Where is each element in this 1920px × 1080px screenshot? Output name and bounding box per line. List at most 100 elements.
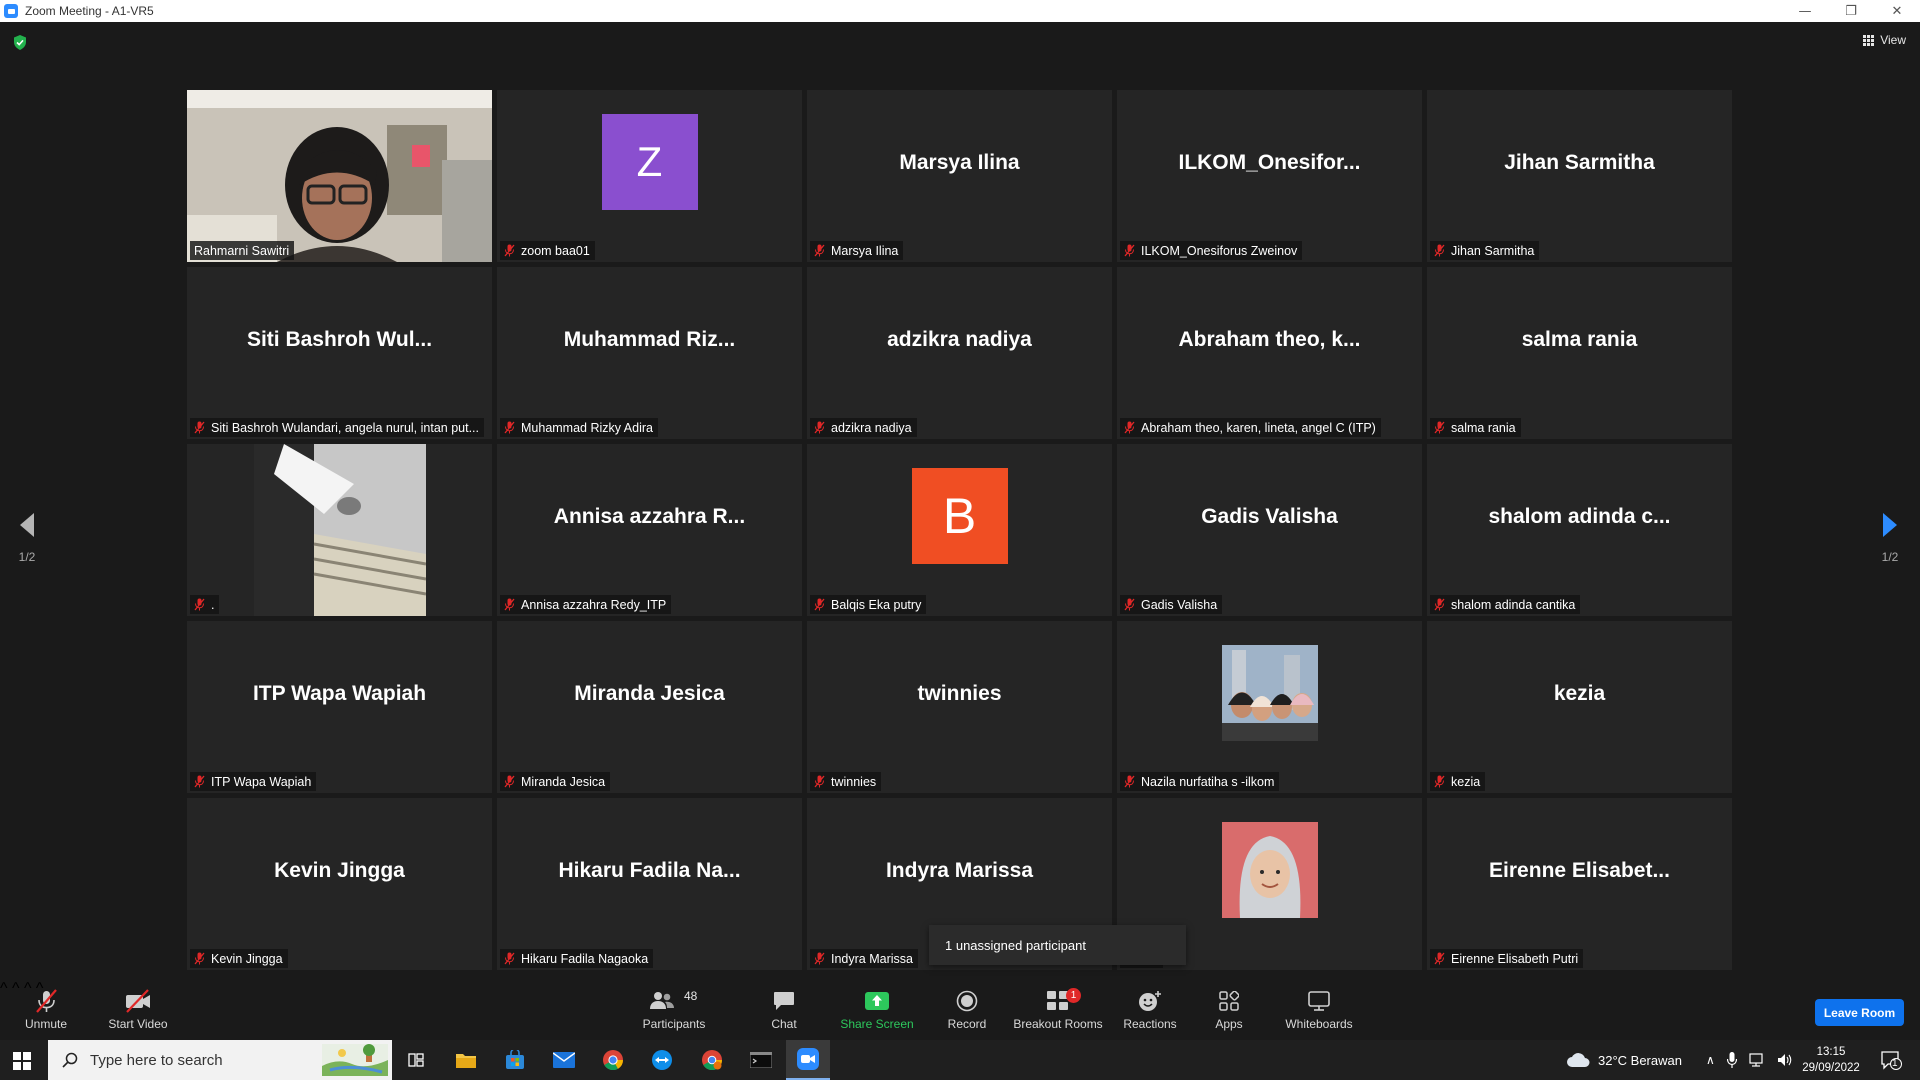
participant-name: Annisa azzahra Redy_ITP <box>521 597 667 612</box>
page-indicator-left: 1/2 <box>18 550 36 564</box>
record-button[interactable]: Record <box>947 988 987 1031</box>
participant-tile[interactable]: . <box>187 444 492 616</box>
participant-display-name: Kevin Jingga <box>274 859 405 882</box>
encryption-shield-icon[interactable] <box>13 35 27 50</box>
whiteboard-icon <box>1308 991 1330 1011</box>
reactions-button[interactable]: Reactions <box>1123 988 1177 1031</box>
participant-tile[interactable]: Kevin Jingga Kevin Jingga <box>187 798 492 970</box>
view-button[interactable]: View <box>1863 33 1906 47</box>
share-screen-button[interactable]: Share Screen <box>840 988 914 1031</box>
participant-tile[interactable]: B Balqis Eka putry <box>807 444 1112 616</box>
participant-name: adzikra nadiya <box>831 420 912 435</box>
participant-name-label: Kevin Jingga <box>190 949 288 968</box>
show-hidden-icons-chevron-icon[interactable]: ∧ <box>1706 1053 1715 1067</box>
start-video-button[interactable]: Start Video <box>107 988 169 1031</box>
participant-display-name: Miranda Jesica <box>574 682 725 705</box>
participant-tile[interactable]: Marsya Ilina Marsya Ilina <box>807 90 1112 262</box>
mail-icon[interactable] <box>542 1040 586 1080</box>
participant-tile[interactable]: Gadis Valisha Gadis Valisha <box>1117 444 1422 616</box>
unmute-button[interactable]: Unmute <box>22 988 70 1031</box>
participant-name-label: Nazila nurfatiha s -ilkom <box>1120 772 1280 791</box>
chrome-profile-icon[interactable] <box>690 1040 734 1080</box>
participant-display-name: Abraham theo, k... <box>1178 328 1361 351</box>
zoom-taskbar-icon[interactable] <box>786 1040 830 1080</box>
participant-name-label: zoom baa01 <box>500 241 595 260</box>
tooltip-text: 1 unassigned participant <box>945 937 1086 953</box>
page-nav-left[interactable]: 1/2 <box>18 512 36 564</box>
participant-tile[interactable]: Hikaru Fadila Na... Hikaru Fadila Nagaoka <box>497 798 802 970</box>
audio-options-caret[interactable]: ^ <box>0 980 8 997</box>
taskbar-clock[interactable]: 13:15 29/09/2022 <box>1796 1044 1866 1076</box>
participant-tile[interactable]: Eirenne Elisabet... Eirenne Elisabeth Put… <box>1427 798 1732 970</box>
participant-tile[interactable]: ILKOM_Onesifor... ILKOM_Onesiforus Zweino… <box>1117 90 1422 262</box>
participant-name: . <box>211 597 215 612</box>
microsoft-store-icon[interactable] <box>493 1040 537 1080</box>
close-button[interactable]: ✕ <box>1874 0 1920 22</box>
apps-label: Apps <box>1215 1017 1243 1031</box>
next-page-icon[interactable] <box>1881 512 1899 538</box>
windows-start-icon[interactable] <box>13 1052 31 1070</box>
chrome-icon[interactable] <box>591 1040 635 1080</box>
participant-tile[interactable]: Abraham theo, k... Abraham theo, karen, l… <box>1117 267 1422 439</box>
search-input[interactable] <box>90 1051 310 1069</box>
muted-microphone-icon <box>194 598 205 611</box>
participant-tile[interactable]: adzikra nadiya adzikra nadiya <box>807 267 1112 439</box>
speaker-icon[interactable] <box>1777 1053 1793 1067</box>
participant-display-name: adzikra nadiya <box>887 328 1032 351</box>
participant-name-label: twinnies <box>810 772 882 791</box>
participant-display-name: kezia <box>1553 682 1606 705</box>
participant-name: twinnies <box>831 774 877 789</box>
microphone-muted-icon <box>36 989 57 1013</box>
restore-button[interactable]: ❐ <box>1828 0 1874 22</box>
participant-name: kezia <box>1451 774 1481 789</box>
terminal-icon[interactable] <box>739 1040 783 1080</box>
participant-display-name: ILKOM_Onesifor... <box>1178 151 1361 174</box>
participant-name: zoom baa01 <box>521 243 590 258</box>
chat-button[interactable]: Chat <box>768 988 800 1031</box>
participants-button[interactable]: 48 Participants <box>641 988 707 1031</box>
participant-display-name: Indyra Marissa <box>885 859 1034 882</box>
whiteboards-button[interactable]: Whiteboards <box>1284 988 1354 1031</box>
participant-tile[interactable]: Nazila nurfatiha s -ilkom <box>1117 621 1422 793</box>
participant-tile[interactable]: ITP Wapa Wapiah ITP Wapa Wapiah <box>187 621 492 793</box>
previous-page-icon[interactable] <box>18 512 36 538</box>
teamviewer-icon[interactable] <box>640 1040 684 1080</box>
weather-widget[interactable]: 32°C Berawan <box>1566 1040 1682 1080</box>
avatar: B <box>911 468 1008 565</box>
muted-microphone-icon <box>1434 775 1445 788</box>
page-nav-right[interactable]: 1/2 <box>1881 512 1899 564</box>
network-icon[interactable] <box>1749 1053 1765 1067</box>
gallery-view-icon <box>1863 34 1875 46</box>
notification-center-icon[interactable]: 1 <box>1871 1040 1911 1080</box>
active-speaker-tile[interactable]: Rahmarni Sawitri <box>187 90 492 262</box>
apps-button[interactable]: Apps <box>1213 988 1245 1031</box>
participant-display-name: Marsya Ilina <box>899 151 1020 174</box>
participant-tile[interactable]: Annisa azzahra R... Annisa azzahra Redy_I… <box>497 444 802 616</box>
participant-tile[interactable]: twinnies twinnies <box>807 621 1112 793</box>
participant-name: Nazila nurfatiha s -ilkom <box>1141 774 1275 789</box>
view-label: View <box>1880 33 1906 47</box>
participant-tile[interactable]: Miranda Jesica Miranda Jesica <box>497 621 802 793</box>
video-options-caret[interactable]: ^ <box>12 980 20 997</box>
breakout-rooms-button[interactable]: 1 Breakout Rooms <box>1013 988 1103 1031</box>
participant-tile[interactable]: Siti Bashroh Wul... Siti Bashroh Wulandar… <box>187 267 492 439</box>
task-view-icon[interactable] <box>394 1040 438 1080</box>
participant-name: Siti Bashroh Wulandari, angela nurul, in… <box>211 420 479 435</box>
participant-tile[interactable]: Jihan Sarmitha Jihan Sarmitha <box>1427 90 1732 262</box>
participant-name-label: Jihan Sarmitha <box>1430 241 1540 260</box>
taskbar-search[interactable] <box>48 1040 392 1080</box>
participant-name: ILKOM_Onesiforus Zweinov <box>1141 243 1298 258</box>
participant-tile[interactable]: Zzoom baa01 <box>497 90 802 262</box>
muted-microphone-icon <box>504 244 515 257</box>
participant-tile[interactable]: salma rania salma rania <box>1427 267 1732 439</box>
minimize-button[interactable]: — <box>1782 0 1828 22</box>
participant-name-label: Rahmarni Sawitri <box>190 241 295 260</box>
participant-name: Marsya Ilina <box>831 243 899 258</box>
participant-tile[interactable]: kezia kezia <box>1427 621 1732 793</box>
participant-tile[interactable]: shalom adinda c... shalom adinda cantika <box>1427 444 1732 616</box>
participant-tile[interactable]: Muhammad Riz... Muhammad Rizky Adira <box>497 267 802 439</box>
microphone-icon[interactable] <box>1726 1052 1737 1068</box>
clock-date: 29/09/2022 <box>1802 1062 1860 1074</box>
leave-room-button[interactable]: Leave Room <box>1815 999 1904 1026</box>
file-explorer-icon[interactable] <box>444 1040 488 1080</box>
